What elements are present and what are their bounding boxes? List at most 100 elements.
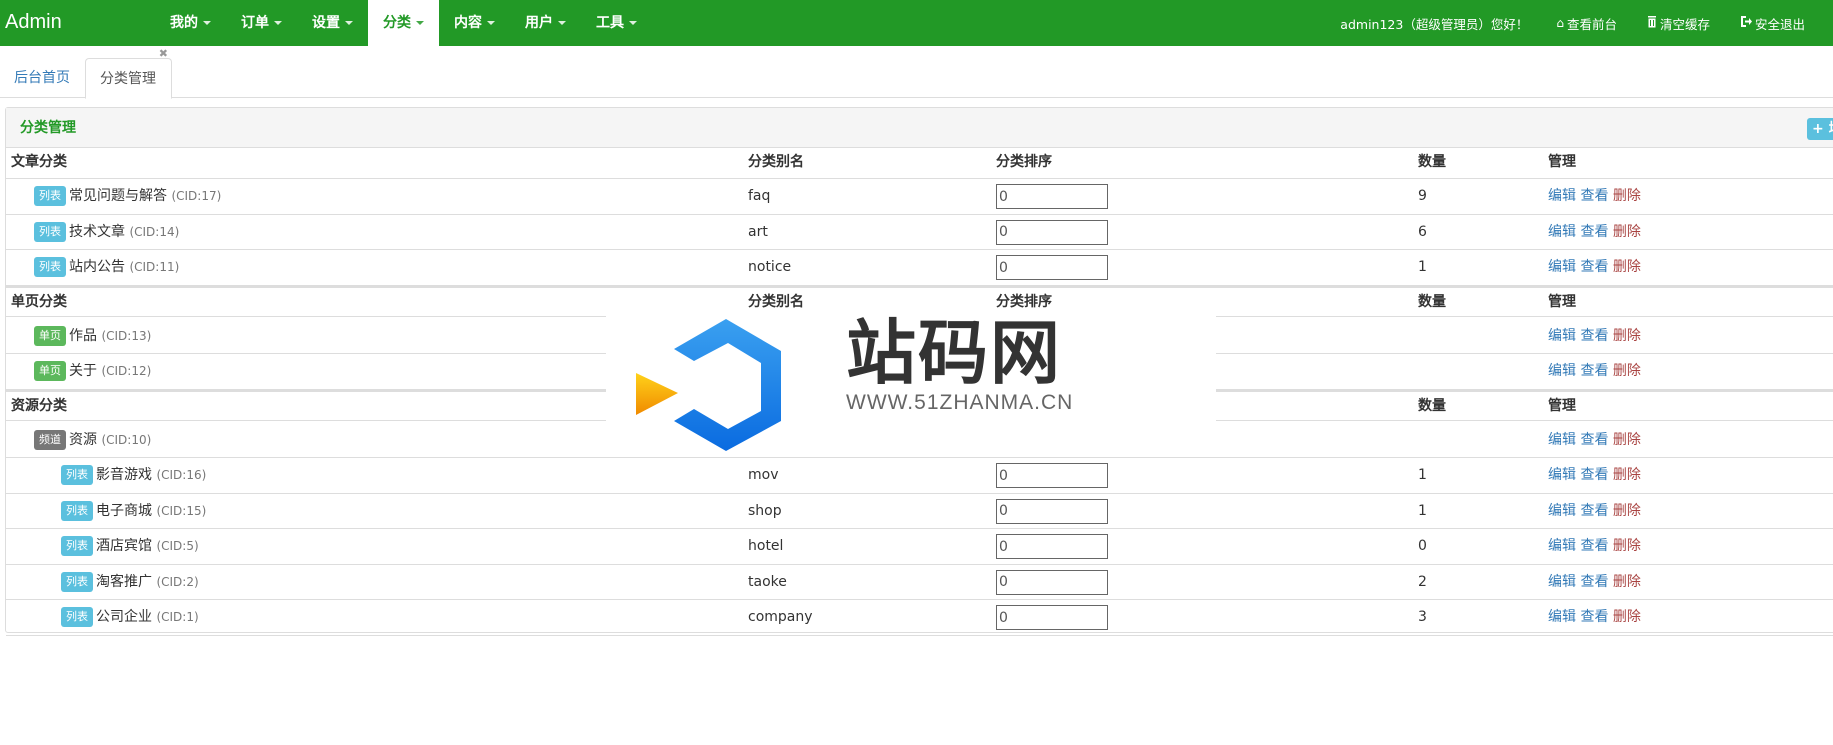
view-link[interactable]: 查看	[1580, 259, 1608, 275]
caret-down-icon	[558, 21, 566, 25]
logout-link[interactable]: 安全退出	[1740, 14, 1805, 33]
group-title: 文章分类	[11, 154, 67, 170]
table-row: 列表公司企业 (CID:1) company 3 编辑 查看 删除	[6, 600, 1833, 636]
edit-link[interactable]: 编辑	[1548, 188, 1576, 204]
user-area: admin123（超级管理员）您好！ ⌂ 查看前台 清空缓存 安全退出	[1340, 0, 1833, 46]
clear-cache-label: 清空缓存	[1659, 16, 1710, 32]
delete-link[interactable]: 删除	[1613, 574, 1641, 590]
add-category-button[interactable]: + 增	[1807, 118, 1833, 140]
edit-link[interactable]: 编辑	[1548, 538, 1576, 554]
delete-link[interactable]: 删除	[1613, 467, 1641, 483]
manage-actions: 编辑 查看 删除	[1548, 565, 1641, 600]
edit-link[interactable]: 编辑	[1548, 259, 1576, 275]
col-count-header: 数量	[1418, 293, 1446, 310]
sort-cell	[996, 569, 1108, 596]
view-link[interactable]: 查看	[1580, 467, 1608, 483]
caret-down-icon	[629, 21, 637, 25]
logout-label: 安全退出	[1754, 16, 1805, 32]
sort-order-input[interactable]	[996, 569, 1108, 595]
view-link[interactable]: 查看	[1580, 538, 1608, 554]
category-alias: notice	[748, 259, 792, 275]
category-cid: (CID:5)	[156, 539, 199, 553]
delete-link[interactable]: 删除	[1613, 432, 1641, 448]
edit-link[interactable]: 编辑	[1548, 574, 1576, 590]
delete-link[interactable]: 删除	[1613, 538, 1641, 554]
group-header-row: 文章分类 分类别名 分类排序 数量 管理	[6, 148, 1833, 179]
nav-item-5[interactable]: 用户	[510, 0, 581, 46]
edit-link[interactable]: 编辑	[1548, 503, 1576, 519]
category-name: 常见问题与解答	[69, 188, 167, 204]
nav-item-1[interactable]: 订单	[226, 0, 297, 46]
manage-actions: 编辑 查看 删除	[1548, 319, 1641, 354]
manage-actions: 编辑 查看 删除	[1548, 529, 1641, 564]
sort-order-input[interactable]	[996, 498, 1108, 524]
view-link[interactable]: 查看	[1580, 574, 1608, 590]
nav-item-0[interactable]: 我的	[155, 0, 226, 46]
nav-item-label: 分类	[383, 15, 411, 31]
caret-down-icon	[203, 21, 211, 25]
edit-link[interactable]: 编辑	[1548, 432, 1576, 448]
nav-item-3[interactable]: 分类	[368, 0, 439, 46]
category-name: 电子商城	[96, 502, 152, 519]
delete-link[interactable]: 删除	[1613, 503, 1641, 519]
tab-category-management[interactable]: 分类管理 ✖	[85, 47, 172, 99]
brand-logo[interactable]: Admin	[5, 0, 62, 44]
delete-link[interactable]: 删除	[1613, 363, 1641, 379]
edit-link[interactable]: 编辑	[1548, 224, 1576, 240]
category-count: 1	[1418, 259, 1427, 275]
sort-order-input[interactable]	[996, 463, 1108, 488]
tab-home[interactable]: 后台首页	[0, 58, 84, 98]
sort-cell	[996, 605, 1108, 631]
view-link[interactable]: 查看	[1580, 328, 1608, 344]
delete-link[interactable]: 删除	[1613, 328, 1641, 344]
nav-item-6[interactable]: 工具	[581, 0, 652, 46]
group-title: 单页分类	[11, 293, 67, 310]
category-name: 站内公告	[69, 259, 125, 275]
sort-cell	[996, 534, 1108, 560]
category-count: 1	[1418, 467, 1427, 483]
category-name: 酒店宾馆	[96, 538, 152, 554]
category-cid: (CID:1)	[156, 610, 199, 624]
home-icon: ⌂	[1556, 16, 1564, 30]
nav-item-label: 我的	[170, 15, 198, 31]
panel-title: 分类管理	[20, 120, 76, 136]
view-link[interactable]: 查看	[1580, 188, 1608, 204]
watermark-url: WWW.51ZHANMA.CN	[846, 391, 1074, 414]
nav-item-label: 订单	[241, 15, 269, 31]
category-name-cell: 单页 关于 (CID:12)	[11, 354, 151, 389]
clear-cache-link[interactable]: 清空缓存	[1647, 14, 1710, 33]
nav-item-2[interactable]: 设置	[297, 0, 368, 46]
view-frontend-label: 查看前台	[1566, 16, 1617, 32]
delete-link[interactable]: 删除	[1613, 259, 1641, 275]
close-icon[interactable]: ✖	[159, 46, 168, 62]
nav-item-4[interactable]: 内容	[439, 0, 510, 46]
sort-order-input[interactable]	[996, 255, 1108, 280]
category-name-cell: 列表 常见问题与解答 (CID:17)	[11, 179, 221, 214]
edit-link[interactable]: 编辑	[1548, 363, 1576, 379]
col-count-header: 数量	[1418, 397, 1446, 414]
col-manage-header: 管理	[1548, 293, 1576, 310]
category-cid: (CID:2)	[156, 574, 199, 589]
view-link[interactable]: 查看	[1580, 432, 1608, 448]
delete-link[interactable]: 删除	[1613, 224, 1641, 240]
edit-link[interactable]: 编辑	[1548, 467, 1576, 483]
category-count: 9	[1418, 188, 1427, 204]
table-row: 列表技术文章 (CID:14) art 6 编辑 查看 删除	[6, 215, 1833, 250]
category-name-cell: 列表 电子商城 (CID:15)	[11, 494, 206, 529]
sort-order-input[interactable]	[996, 219, 1108, 245]
view-link[interactable]: 查看	[1580, 363, 1608, 379]
sort-order-input[interactable]	[996, 184, 1108, 209]
category-cid: (CID:13)	[101, 328, 152, 343]
sort-order-input[interactable]	[996, 605, 1108, 630]
sort-order-input[interactable]	[996, 534, 1108, 559]
edit-link[interactable]: 编辑	[1548, 609, 1576, 625]
edit-link[interactable]: 编辑	[1548, 328, 1576, 344]
delete-link[interactable]: 删除	[1613, 188, 1641, 204]
category-alias: faq	[748, 188, 771, 204]
view-link[interactable]: 查看	[1580, 503, 1608, 519]
view-link[interactable]: 查看	[1580, 609, 1608, 625]
view-link[interactable]: 查看	[1580, 224, 1608, 240]
view-frontend-link[interactable]: ⌂ 查看前台	[1556, 14, 1617, 33]
col-manage-header: 管理	[1548, 154, 1576, 170]
delete-link[interactable]: 删除	[1613, 609, 1641, 625]
